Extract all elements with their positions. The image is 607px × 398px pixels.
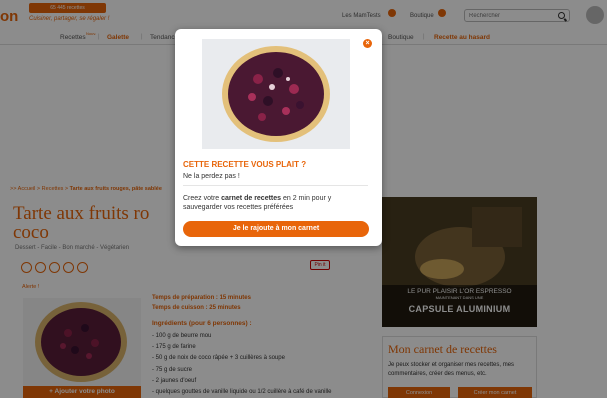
add-to-carnet-button[interactable]: Je le rajoute à mon carnet xyxy=(183,221,369,237)
modal-recipe-photo xyxy=(202,39,350,149)
save-recipe-modal: × CETTE RECETTE VOUS PLAIT ? Ne la perde… xyxy=(175,29,382,246)
modal-divider xyxy=(183,185,368,186)
modal-text: Creez votre carnet de recettes en 2 min … xyxy=(183,194,368,212)
modal-text-part: Creez votre xyxy=(183,195,222,202)
modal-subheading: Ne la perdez pas ! xyxy=(183,173,240,180)
close-icon[interactable]: × xyxy=(363,39,372,48)
modal-text-bold: carnet de recettes xyxy=(221,195,282,202)
modal-heading: CETTE RECETTE VOUS PLAIT ? xyxy=(183,160,307,169)
